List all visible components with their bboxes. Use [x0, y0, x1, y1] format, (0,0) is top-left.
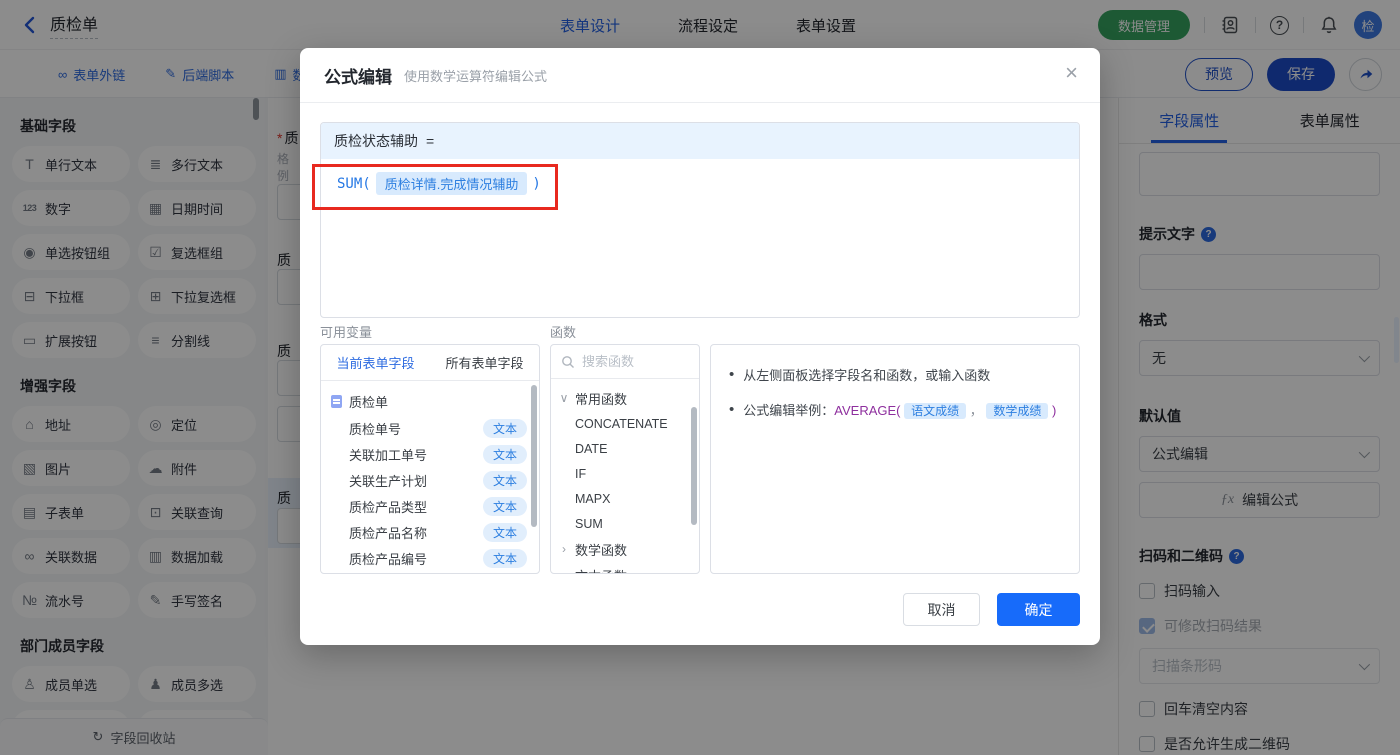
variable-field-质检产品类型[interactable]: 质检产品类型 文本 — [321, 493, 539, 519]
close-icon[interactable]: × — [1065, 62, 1078, 84]
function-group-常用函数[interactable]: ∨ 常用函数 — [551, 385, 699, 411]
function-item-MAPX[interactable]: MAPX — [551, 486, 699, 511]
field-type-badge: 文本 — [482, 548, 527, 568]
scrollbar-thumb[interactable] — [531, 385, 537, 527]
chevron-right-icon: › — [562, 542, 566, 556]
hints-panel: • 从左侧面板选择字段名和函数，或输入函数 • 公式编辑举例：AVERAGE( … — [710, 344, 1080, 574]
formula-function: SUM( — [337, 175, 371, 192]
field-type-badge: 文本 — [482, 444, 527, 464]
variable-field-name: 质检产品类型 — [349, 499, 428, 515]
variable-field-质检产品编号[interactable]: 质检产品编号 文本 — [321, 545, 539, 571]
modal-footer: 取消 确定 — [903, 593, 1080, 626]
function-search[interactable] — [551, 345, 699, 379]
variables-tree: 质检单 质检单号 文本 关联加工单号 文本 关联生产计划 文本 质检产品类型 文本 质检产品名称… — [321, 381, 539, 573]
modal-subtitle: 使用数学运算符编辑公式 — [404, 68, 548, 84]
modal-header: 公式编辑 使用数学运算符编辑公式 — [300, 48, 1100, 103]
document-icon — [331, 395, 342, 408]
variable-field-name: 质检产品名称 — [349, 525, 428, 541]
field-type-badge: 文本 — [482, 522, 527, 542]
field-type-badge: 文本 — [482, 418, 527, 438]
function-item-SUM[interactable]: SUM — [551, 511, 699, 536]
equals-sign: = — [426, 133, 435, 149]
variables-root-node[interactable]: 质检单 — [321, 388, 539, 415]
chevron-down-icon: ∨ — [559, 391, 569, 405]
chevron-right-icon: › — [559, 568, 569, 573]
variable-field-name: 关联加工单号 — [349, 447, 428, 463]
function-group-label: 数学函数 — [575, 542, 628, 558]
hint-example: 公式编辑举例：AVERAGE( 语文成绩 ， 数学成绩 ) — [743, 403, 1057, 419]
scrollbar-thumb[interactable] — [691, 407, 697, 525]
hint-line-2: • 公式编辑举例：AVERAGE( 语文成绩 ， 数学成绩 ) — [729, 400, 1061, 419]
function-group-文本函数[interactable]: › 文本函数 — [551, 562, 699, 574]
function-item-DATE[interactable]: DATE — [551, 436, 699, 461]
scrollbar-thumb[interactable] — [1394, 317, 1399, 363]
search-icon — [562, 355, 574, 368]
function-search-input[interactable] — [582, 354, 677, 369]
field-type-badge: 文本 — [482, 496, 527, 516]
variables-tabs: 当前表单字段 所有表单字段 — [321, 345, 539, 381]
modal-title: 公式编辑 — [324, 67, 392, 87]
functions-tree: ∨ 常用函数 CONCATENATEDATEIFMAPXSUM › 数学函数 › 文本函数 — [551, 379, 699, 574]
function-group-label: 文本函数 — [575, 566, 627, 574]
function-group-数学函数[interactable]: › 数学函数 — [551, 536, 699, 562]
variables-label: 可用变量 — [320, 325, 373, 340]
variable-field-name: 质检产品编号 — [349, 551, 428, 567]
formula-field-chip[interactable]: 质检详情.完成情况辅助 — [375, 172, 528, 195]
variable-field-name: 关联生产计划 — [349, 473, 428, 489]
variable-field-name: 质检单号 — [349, 421, 402, 437]
variables-panel: 当前表单字段 所有表单字段 质检单 质检单号 文本 关联加工单号 文本 关联生产计划 文本… — [320, 344, 540, 574]
tab-current-form-fields[interactable]: 当前表单字段 — [321, 345, 430, 380]
formula-expression[interactable]: SUM( 质检详情.完成情况辅助 ) — [321, 159, 1079, 208]
field-type-badge: 文本 — [482, 470, 527, 490]
formula-editor-modal: 公式编辑 使用数学运算符编辑公式 × 质检状态辅助 = SUM( 质检详情.完成… — [300, 48, 1100, 645]
variable-field-质检产品名称[interactable]: 质检产品名称 文本 — [321, 519, 539, 545]
functions-label: 函数 — [550, 325, 577, 340]
formula-closing-paren: ) — [532, 175, 541, 192]
function-item-CONCATENATE[interactable]: CONCATENATE — [551, 411, 699, 436]
bullet-icon: • — [729, 366, 735, 383]
variable-field-关联加工单号[interactable]: 关联加工单号 文本 — [321, 441, 539, 467]
formula-target-bar: 质检状态辅助 = — [321, 123, 1079, 159]
page: 质检单 表单设计 流程设定 表单设置 数据管理 ? 检 ∞表单外链✎后端脚本▥数… — [0, 0, 1400, 755]
function-group-label: 常用函数 — [575, 391, 628, 407]
hint-line-1: • 从左侧面板选择字段名和函数，或输入函数 — [729, 366, 991, 383]
formula-target: 质检状态辅助 — [334, 133, 418, 149]
tab-all-form-fields[interactable]: 所有表单字段 — [430, 345, 539, 380]
cancel-button[interactable]: 取消 — [903, 593, 980, 626]
variable-field-质检单号[interactable]: 质检单号 文本 — [321, 415, 539, 441]
bullet-icon: • — [729, 401, 735, 418]
function-item-IF[interactable]: IF — [551, 461, 699, 486]
variable-field-关联生产计划[interactable]: 关联生产计划 文本 — [321, 467, 539, 493]
confirm-button[interactable]: 确定 — [997, 593, 1080, 626]
functions-panel: ∨ 常用函数 CONCATENATEDATEIFMAPXSUM › 数学函数 › 文本函数 — [550, 344, 700, 574]
formula-editor-box[interactable]: 质检状态辅助 = SUM( 质检详情.完成情况辅助 ) — [320, 122, 1080, 318]
